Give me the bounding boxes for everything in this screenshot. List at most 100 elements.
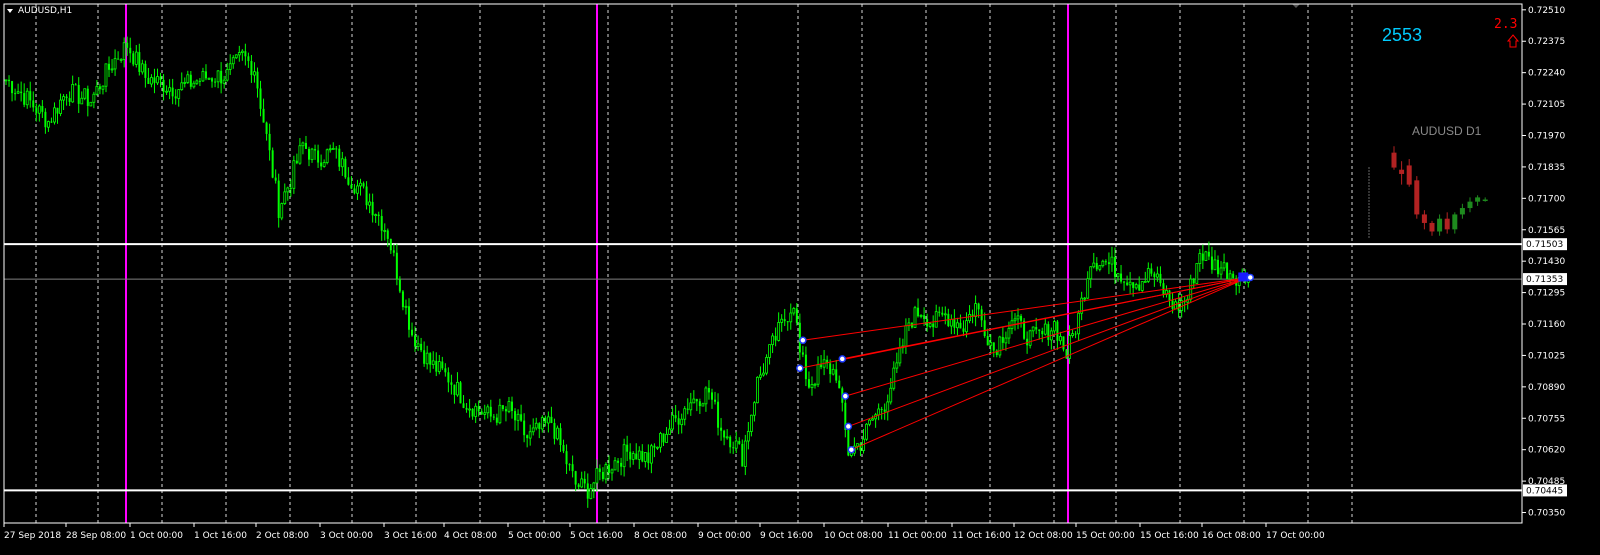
candle-body-bull [1143,280,1147,283]
candle-body-bear [635,453,638,460]
y-tick-label: 0.70620 [1528,446,1565,456]
candle-body-bull [1198,253,1202,264]
candle-body-bear [1162,283,1165,295]
candle-body-bear [429,353,432,365]
candle-body-bull [877,408,881,416]
candle-body-bull [943,313,947,316]
candle-body-bull [1128,281,1132,286]
candle-body-bear [56,107,59,114]
candle-body-bear [1232,273,1235,278]
candle-body-bear [601,471,604,480]
candle-body-bear [732,447,735,449]
candle-body-bear [338,148,341,167]
candle-body-bear [992,342,995,351]
candle-body-bear [586,483,589,499]
candle-body-bear [653,445,656,448]
candle-body-bull [1110,256,1114,265]
candle-body-bull [1086,278,1090,299]
candle-body-bear [959,322,962,329]
candle-body-bull [613,460,617,471]
candle-body-bull [156,76,159,84]
candle-body-bull [919,314,923,317]
d1-candle-body [1391,152,1397,168]
candle-body-bear [1062,336,1065,350]
fan-anchor-point[interactable] [796,364,804,372]
candle-body-bull [746,431,750,442]
candle-body-bull [592,482,596,489]
candle-body-bear [583,478,586,484]
candle-body-bear [698,401,701,407]
fan-anchor-point[interactable] [847,445,856,454]
candle-body-bear [1104,261,1107,263]
candle-body-bear [480,411,483,415]
candle-body-bull [368,201,372,206]
candle-body-bull [968,314,971,322]
candle-body-bull [322,162,326,167]
candle-body-bull [310,148,314,161]
y-tick-label: 0.70755 [1528,414,1565,424]
fan-anchor-point[interactable] [844,422,853,431]
d1-candle-body [1482,199,1488,202]
candle-body-bull [225,68,229,81]
price-chart[interactable]: 0.71503 0.70445 0.71353 0.72510 0.72375 0.72… [0,0,1600,555]
candle-body-bear [720,427,723,431]
candle-body-bull [207,77,211,80]
candle-body-bear [859,443,862,451]
candle-body-bull [183,81,187,84]
d1-candle-body [1459,208,1465,215]
candle-body-bear [353,188,356,194]
candle-body-bull [150,77,153,85]
candle-body-bull [637,450,641,460]
candle-body-bull [180,82,184,91]
candle-body-bull [228,63,232,70]
candle-body-bull [649,445,653,464]
candle-body-bear [723,430,726,438]
candle-body-bull [762,372,765,376]
candle-body-bear [204,71,207,79]
candle-body-bear [392,250,395,253]
candle-body-bear [917,307,920,317]
candle-body-bear [941,312,944,315]
candle-body-bear [11,81,14,94]
candle-body-bear [1020,315,1023,321]
candle-body-bear [171,87,174,97]
candle-body-bear [1168,290,1171,301]
candle-body-bull [934,311,938,328]
chart-title: AUDUSD,H1 [18,6,72,16]
fan-anchor-point[interactable] [838,355,847,363]
candle-body-bear [29,91,32,101]
candle-body-bear [144,63,147,78]
candle-body-bear [1192,279,1195,284]
candle-body-bull [1059,336,1062,342]
y-tick-label: 0.71430 [1528,257,1565,267]
candle-body-bear [68,98,71,102]
x-tick-label: 15 Oct 16:00 [1140,531,1199,541]
candle-body-bull [186,74,190,83]
candle-body-bull [253,71,256,76]
candle-body-bear [983,320,986,337]
fan-apex-point[interactable] [1246,273,1255,282]
candle-body-bull [59,99,62,114]
fan-anchor-point[interactable] [841,392,850,400]
candle-body-bull [704,387,708,405]
d1-candle-body [1421,214,1427,223]
candle-body-bear [598,468,601,472]
y-tick-label: 0.72375 [1528,37,1565,47]
y-tick-label: 0.72510 [1528,6,1565,16]
candle-body-bear [1038,329,1041,331]
candle-body-bull [1101,260,1105,267]
candle-body-bear [459,382,462,404]
candle-body-bear [138,52,141,72]
candle-body-bull [498,404,502,424]
candle-body-bull [816,364,820,385]
candle-body-bear [526,435,529,439]
y-tick-label: 0.70485 [1528,477,1565,487]
candle-body-bear [447,372,450,383]
x-tick-label: 8 Oct 08:00 [634,531,687,541]
fan-anchor-point[interactable] [799,336,807,345]
candle-body-bull [1098,265,1102,270]
y-tick-label: 0.71835 [1528,163,1565,173]
candle-body-bull [325,149,329,163]
candle-body-bull [240,50,244,53]
candle-body-bull [734,440,738,449]
